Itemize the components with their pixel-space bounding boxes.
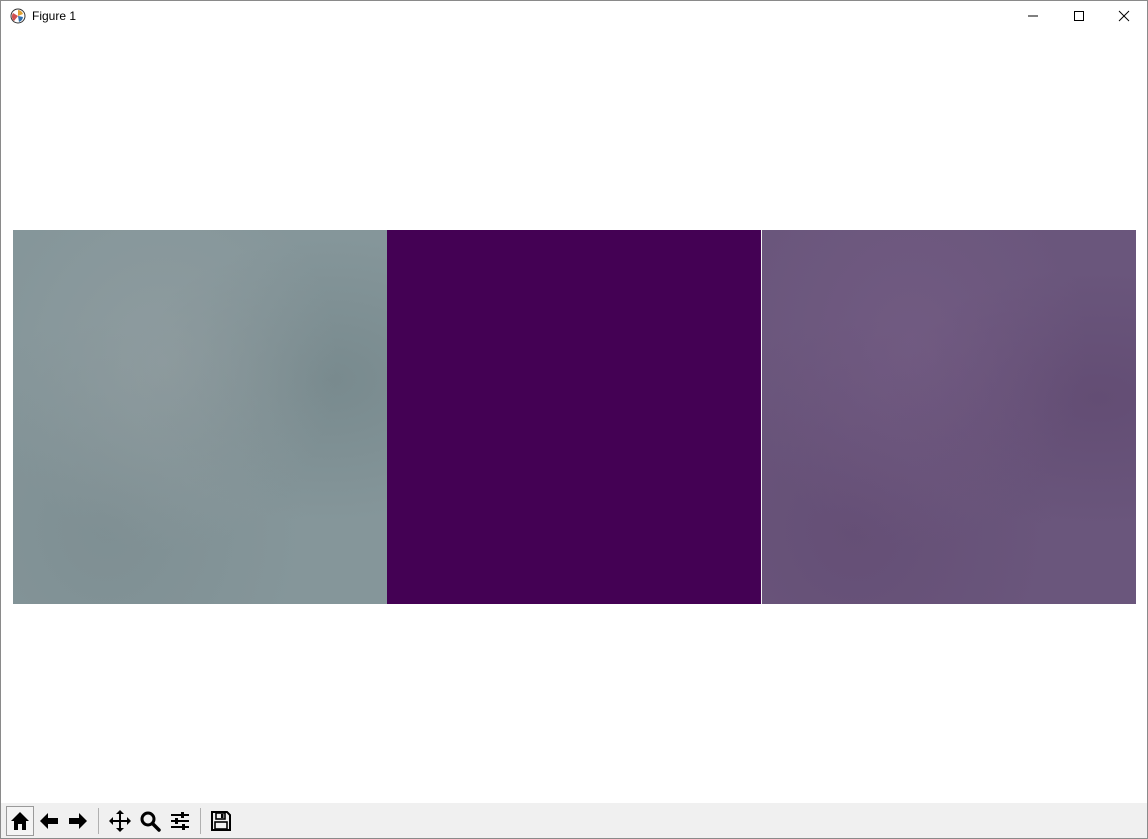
figure-canvas[interactable] xyxy=(1,31,1147,803)
minimize-button[interactable] xyxy=(1010,1,1056,31)
toolbar-separator xyxy=(200,808,201,834)
forward-button[interactable] xyxy=(64,806,92,836)
title-bar[interactable]: Figure 1 xyxy=(1,1,1147,31)
matplotlib-icon xyxy=(10,8,26,24)
maximize-icon xyxy=(1074,11,1084,21)
minimize-icon xyxy=(1028,15,1038,17)
save-button[interactable] xyxy=(207,806,235,836)
toolbar-separator xyxy=(98,808,99,834)
arrow-left-icon xyxy=(40,813,58,829)
back-button[interactable] xyxy=(35,806,63,836)
configure-subplots-button[interactable] xyxy=(166,806,194,836)
pan-button[interactable] xyxy=(106,806,134,836)
window-title: Figure 1 xyxy=(32,9,77,23)
maximize-button[interactable] xyxy=(1056,1,1102,31)
magnifier-icon xyxy=(140,811,161,832)
zoom-button[interactable] xyxy=(136,806,164,836)
navigation-toolbar xyxy=(1,803,1147,838)
home-icon xyxy=(11,812,29,830)
sliders-icon xyxy=(171,812,189,830)
arrow-right-icon xyxy=(69,813,87,829)
image-panel-3[interactable] xyxy=(762,230,1136,604)
move-icon xyxy=(109,810,131,832)
close-button[interactable] xyxy=(1101,1,1147,31)
figure-window: Figure 1 xyxy=(0,0,1148,839)
close-icon xyxy=(1118,10,1130,22)
image-panel-1[interactable] xyxy=(13,230,387,604)
floppy-disk-icon xyxy=(211,811,231,831)
image-panel-2[interactable] xyxy=(387,230,761,604)
home-button[interactable] xyxy=(6,806,34,836)
